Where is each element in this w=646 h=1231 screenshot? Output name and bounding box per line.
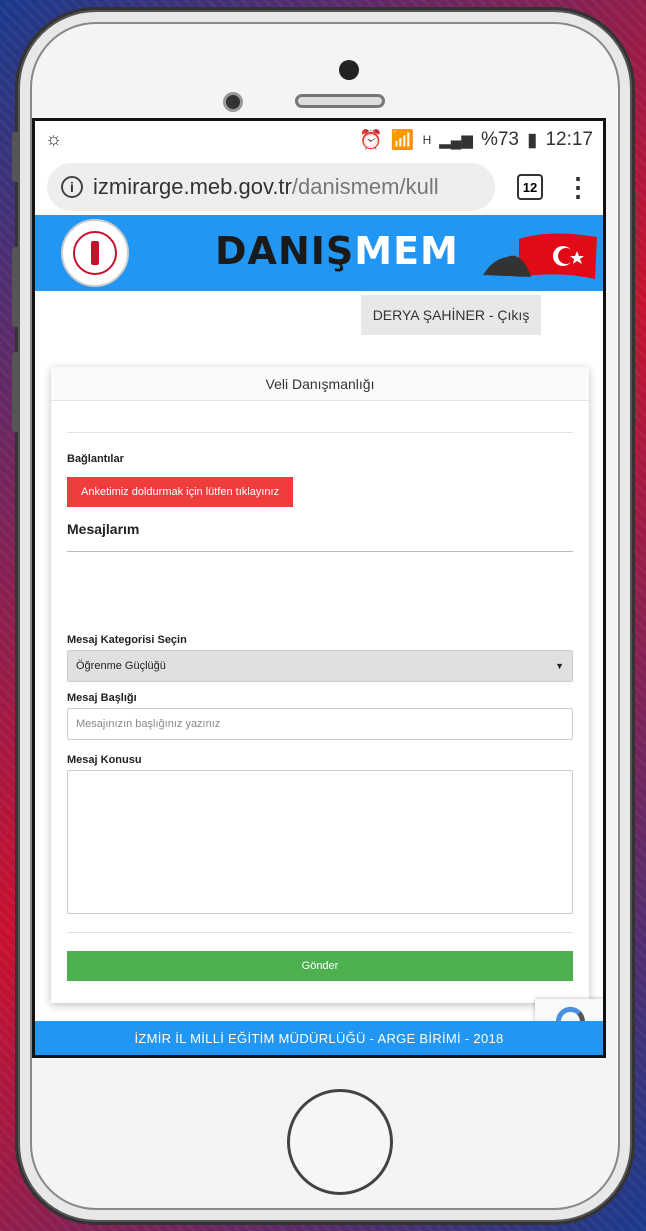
consultation-card: Veli Danışmanlığı Bağlantılar Anketimiz … [51,367,589,1003]
alarm-icon: ⏰ [359,130,383,151]
site-banner: DANIŞMEM [35,215,603,291]
battery-percent: %73 [480,129,519,150]
send-button[interactable]: Gönder [67,951,573,981]
info-icon[interactable]: i [61,176,83,198]
phone-screen: ☼ ⏰ 📶 H ▂▄▆ %73 ▮ 12:17 i izmirarge.meb.… [32,118,606,1058]
meb-logo[interactable] [61,219,129,287]
category-label: Mesaj Kategorisi Seçin [67,634,187,646]
content-textarea[interactable] [67,770,573,914]
links-label: Bağlantılar [67,453,124,465]
url-domain: izmirarge.meb.gov.tr [93,174,292,199]
wifi-icon: 📶 [390,130,415,151]
sun-moon-icon: ☼ [45,129,63,150]
status-bar: ☼ ⏰ 📶 H ▂▄▆ %73 ▮ 12:17 [35,121,603,159]
network-type: H [422,133,432,147]
user-bar: DERYA ŞAHİNER - Çıkış [35,291,603,349]
card-body: Bağlantılar Anketimiz doldurmak için lüt… [51,401,589,981]
front-camera [223,92,243,112]
tabs-count-icon[interactable]: 12 [517,174,543,200]
more-menu-icon[interactable]: ⋮ [565,172,591,203]
site-brand: DANIŞMEM [215,229,459,273]
turkish-flag-image [483,233,597,279]
home-button[interactable] [287,1089,393,1195]
side-button [12,352,20,432]
subject-label: Mesaj Başlığı [67,692,137,704]
card-title: Veli Danışmanlığı [51,367,589,401]
address-bar[interactable]: i izmirarge.meb.gov.tr/danismem/kull [47,163,495,211]
side-button [12,132,20,182]
browser-toolbar: i izmirarge.meb.gov.tr/danismem/kull 12 … [35,159,603,215]
sensor-dot [339,60,359,80]
clock: 12:17 [545,129,593,150]
logo-emblem [73,231,117,275]
survey-button[interactable]: Anketimiz doldurmak için lütfen tıklayın… [67,477,294,507]
logout-button[interactable]: DERYA ŞAHİNER - Çıkış [361,295,541,335]
side-button [12,247,20,327]
site-footer: İZMİR İL MİLLİ EĞİTİM MÜDÜRLÜĞÜ - ARGE B… [35,1021,603,1055]
signal-icon: ▂▄▆ [439,132,473,149]
earpiece-speaker [295,94,385,108]
category-select[interactable]: Öğrenme Güçlüğü ▼ [67,650,573,682]
messages-title: Mesajlarım [67,521,140,537]
battery-icon: ▮ [526,129,538,151]
subject-input[interactable]: Mesajınızın başlığınız yazınız [67,708,573,740]
url-path: /danismem/kull [291,174,439,199]
content-label: Mesaj Konusu [67,754,142,766]
dropdown-arrow-icon: ▼ [555,661,564,671]
category-selected: Öğrenme Güçlüğü [76,660,166,672]
